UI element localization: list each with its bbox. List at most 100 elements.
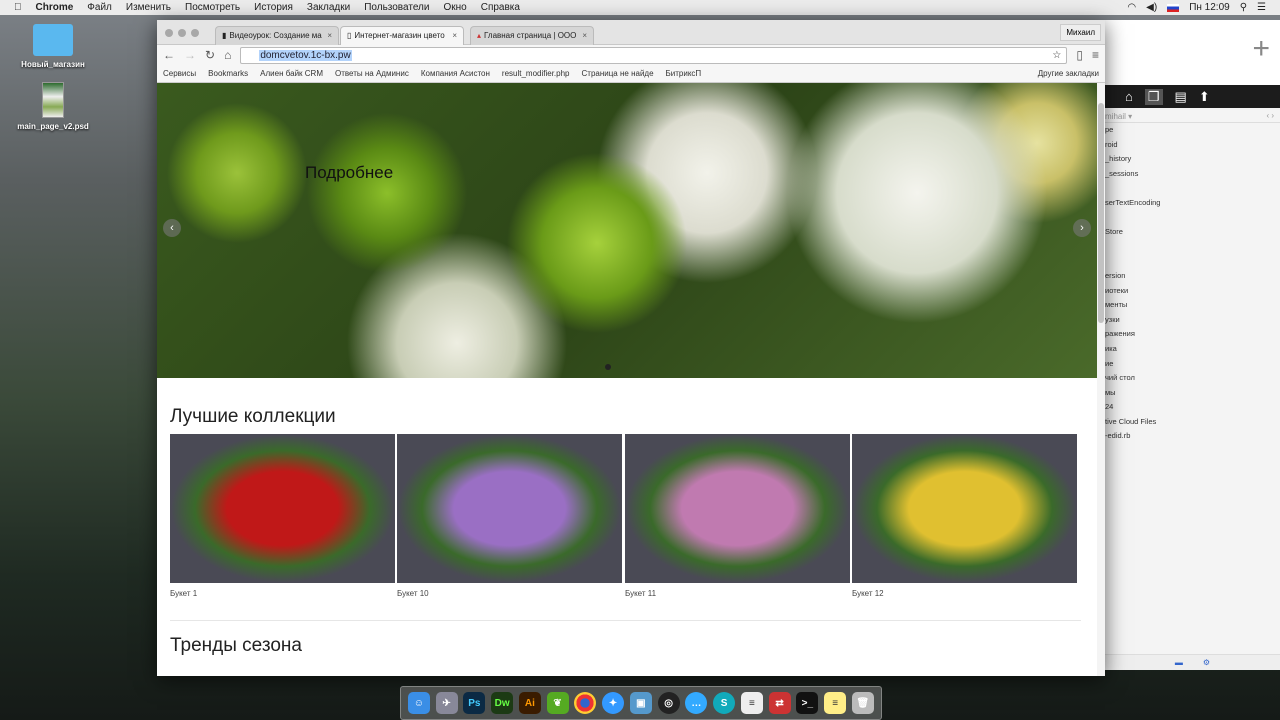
bookmark-bitrix[interactable]: БитриксП: [666, 69, 702, 78]
zoom-window-button[interactable]: [191, 29, 199, 37]
menu-edit[interactable]: Изменить: [126, 2, 171, 13]
tab-shop[interactable]: ▯ Интернет-магазин цвето ×: [340, 26, 464, 45]
file-list-item[interactable]: Store: [1105, 225, 1280, 240]
plus-icon[interactable]: +: [1252, 32, 1270, 66]
wifi-icon[interactable]: ◠: [1127, 2, 1136, 13]
home-icon[interactable]: ⌂: [224, 48, 231, 62]
tab-main[interactable]: ▴ Главная страница | ООО ×: [470, 26, 594, 45]
slider-dot[interactable]: [605, 364, 611, 370]
file-list-item[interactable]: _sessions: [1105, 167, 1280, 182]
product-card[interactable]: Букет 1: [170, 434, 395, 598]
file-list-item[interactable]: [1105, 181, 1280, 196]
desktop-folder[interactable]: Новый_магазин: [13, 24, 93, 69]
menu-history[interactable]: История: [254, 2, 293, 13]
profile-button[interactable]: Михаил: [1060, 24, 1101, 41]
star-icon[interactable]: ☆: [1051, 50, 1062, 61]
bookmark-not-found[interactable]: Страница не найде: [582, 69, 654, 78]
menu-help[interactable]: Справка: [481, 2, 520, 13]
product-name[interactable]: Букет 11: [625, 589, 850, 598]
notifications-icon[interactable]: ☰: [1257, 2, 1266, 13]
file-list-item[interactable]: менты: [1105, 298, 1280, 313]
leaf-app-icon[interactable]: ❦: [546, 692, 569, 714]
bookmark-company[interactable]: Компания Асистон: [421, 69, 490, 78]
apple-icon[interactable]: : [14, 2, 22, 13]
file-list-item[interactable]: roid: [1105, 138, 1280, 153]
volume-icon[interactable]: ◀): [1146, 2, 1157, 13]
preview-icon[interactable]: ▣: [629, 692, 652, 714]
file-list-item[interactable]: [1105, 254, 1280, 269]
trash-icon[interactable]: 🗑: [851, 692, 874, 714]
bookmark-crm[interactable]: Алиен байк CRM: [260, 69, 323, 78]
clock[interactable]: Пн 12:09: [1189, 2, 1230, 13]
illustrator-icon[interactable]: Ai: [518, 692, 541, 714]
product-card[interactable]: Букет 12: [852, 434, 1077, 598]
product-image[interactable]: [625, 434, 850, 583]
file-list-item[interactable]: ика: [1105, 342, 1280, 357]
slider-next-button[interactable]: ›: [1073, 219, 1091, 237]
close-tab-icon[interactable]: ×: [452, 31, 457, 41]
slider-prev-button[interactable]: ‹: [163, 219, 181, 237]
file-list-item[interactable]: ersion: [1105, 269, 1280, 284]
file-list-item[interactable]: tive Cloud Files: [1105, 415, 1280, 430]
menu-window[interactable]: Окно: [443, 2, 466, 13]
up-arrow-icon[interactable]: ⬆: [1199, 89, 1210, 105]
scrollbar[interactable]: [1097, 83, 1105, 676]
file-list-item[interactable]: иотеки: [1105, 284, 1280, 299]
menu-bookmarks[interactable]: Закладки: [307, 2, 350, 13]
close-tab-icon[interactable]: ×: [327, 31, 332, 41]
product-card[interactable]: Букет 11: [625, 434, 850, 598]
nav-arrows-icon[interactable]: ‹ ›: [1266, 111, 1274, 120]
terminal-icon[interactable]: >_: [796, 692, 819, 714]
bookmark-answers[interactable]: Ответы на Админис: [335, 69, 409, 78]
url-text[interactable]: domcvetov.1c-bx.pw: [259, 49, 352, 61]
tab-video[interactable]: ▮ Видеоурок: Создание ма ×: [215, 26, 339, 45]
scrollbar-thumb[interactable]: [1098, 103, 1104, 323]
file-list-item[interactable]: _history: [1105, 152, 1280, 167]
product-image[interactable]: [170, 434, 395, 583]
file-list-item[interactable]: 24: [1105, 400, 1280, 415]
spotlight-icon[interactable]: ⚲: [1240, 2, 1247, 13]
document-icon[interactable]: ▤: [1175, 89, 1187, 105]
home-icon[interactable]: ⌂: [1125, 89, 1133, 104]
file-list-item[interactable]: [1105, 240, 1280, 255]
list-view-icon[interactable]: ▬: [1175, 658, 1183, 667]
file-list-item[interactable]: мы: [1105, 386, 1280, 401]
notes-icon[interactable]: ≡: [824, 692, 847, 714]
forward-icon[interactable]: →: [184, 48, 196, 62]
product-image[interactable]: [397, 434, 622, 583]
file-list-item[interactable]: -edid.rb: [1105, 429, 1280, 444]
menu-users[interactable]: Пользователи: [364, 2, 429, 13]
product-image[interactable]: [852, 434, 1077, 583]
file-list-item[interactable]: pe: [1105, 123, 1280, 138]
finder-icon[interactable]: ☺: [407, 692, 430, 714]
menu-file[interactable]: Файл: [87, 2, 112, 13]
launchpad-icon[interactable]: ✈: [435, 692, 458, 714]
file-list-item[interactable]: чий стол: [1105, 371, 1280, 386]
files-icon[interactable]: ❐: [1144, 88, 1163, 105]
back-icon[interactable]: ←: [163, 48, 175, 62]
product-name[interactable]: Букет 12: [852, 589, 1077, 598]
address-bar[interactable]: domcvetov.1c-bx.pw ☆: [240, 46, 1068, 64]
file-list-item[interactable]: узки: [1105, 313, 1280, 328]
close-tab-icon[interactable]: ×: [582, 31, 587, 41]
menu-view[interactable]: Посмотреть: [185, 2, 240, 13]
reload-icon[interactable]: ↻: [205, 48, 215, 62]
product-card[interactable]: Букет 10: [397, 434, 622, 598]
product-name[interactable]: Букет 10: [397, 589, 622, 598]
finder-path[interactable]: mihail: [1105, 112, 1126, 121]
menu-icon[interactable]: ≡: [1092, 48, 1099, 62]
file-list-item[interactable]: ражения: [1105, 327, 1280, 342]
hero-more-link[interactable]: Подробнее: [305, 163, 393, 183]
flag-icon[interactable]: [1167, 3, 1180, 12]
messages-icon[interactable]: …: [685, 692, 708, 714]
close-window-button[interactable]: [165, 29, 173, 37]
skype-icon[interactable]: S: [713, 692, 736, 714]
textedit-icon[interactable]: ≡: [740, 692, 763, 714]
photoshop-icon[interactable]: Ps: [463, 692, 486, 714]
safari-icon[interactable]: ✦: [602, 692, 625, 714]
mobile-icon[interactable]: ▯: [1076, 48, 1083, 62]
file-list-item[interactable]: [1105, 444, 1280, 459]
other-bookmarks[interactable]: Другие закладки: [1038, 69, 1099, 78]
chrome-icon[interactable]: [574, 692, 597, 714]
file-list-item[interactable]: serTextEncoding: [1105, 196, 1280, 211]
